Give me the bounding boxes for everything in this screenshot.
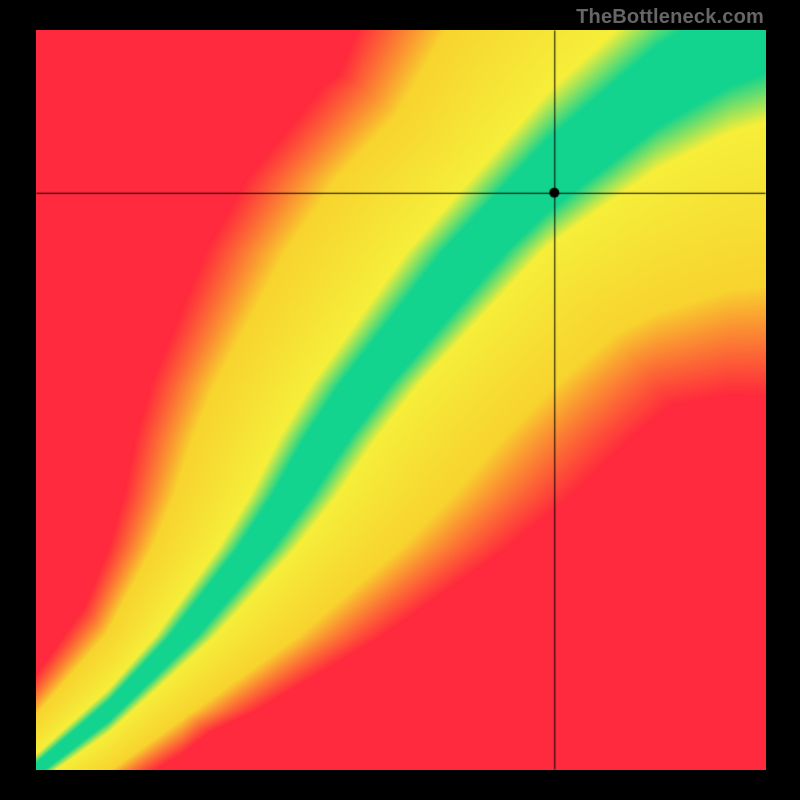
chart-frame: TheBottleneck.com bbox=[0, 0, 800, 800]
watermark-label: TheBottleneck.com bbox=[576, 6, 764, 29]
heatmap-plot bbox=[36, 30, 766, 770]
heatmap-canvas bbox=[36, 30, 766, 770]
